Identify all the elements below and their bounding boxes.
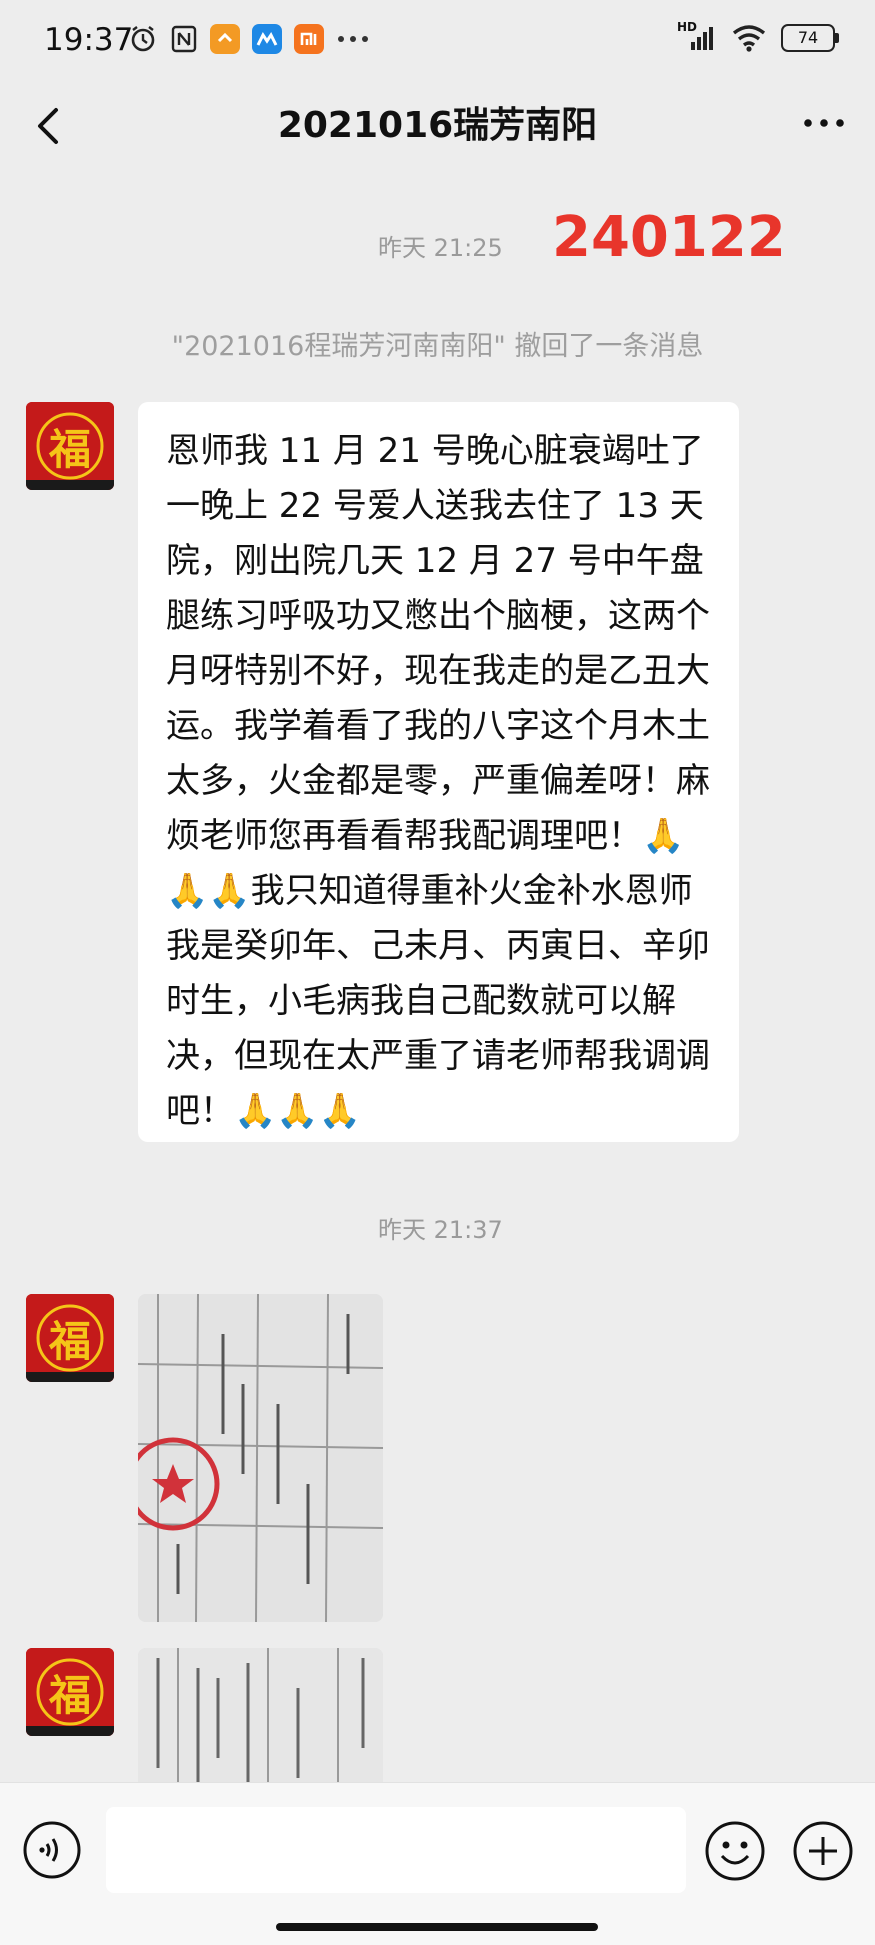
app-notification-icon (210, 24, 240, 54)
message-timestamp: 昨天 21:25 (378, 234, 503, 262)
handwritten-annotation: 240122 (552, 205, 786, 270)
home-indicator[interactable] (276, 1923, 598, 1931)
chat-header: 2021016瑞芳南阳 (0, 82, 875, 168)
wifi-icon (732, 25, 766, 52)
plus-icon[interactable] (792, 1820, 854, 1882)
message-timestamp: 昨天 21:37 (378, 1216, 503, 1244)
avatar-glyph: 福 (48, 1317, 91, 1366)
avatar[interactable]: 福 (26, 1294, 114, 1382)
message-input[interactable] (106, 1807, 686, 1893)
battery-indicator: 74 (781, 24, 839, 52)
alarm-icon (131, 26, 155, 52)
avatar-glyph: 福 (48, 425, 91, 474)
recall-notice: "2021016程瑞芳河南南阳" 撤回了一条消息 (171, 331, 704, 362)
input-bar (0, 1782, 875, 1945)
status-time: 19:37 (44, 22, 134, 58)
app-notification-icon (252, 24, 282, 54)
emoji-icon[interactable] (704, 1820, 766, 1882)
avatar[interactable]: 福 (26, 402, 114, 490)
avatar-glyph: 福 (48, 1671, 91, 1720)
mi-icon (294, 24, 324, 54)
status-right: HD 74 (677, 20, 839, 52)
message-bubble[interactable]: 恩师我 11 月 21 号晚心脏衰竭吐了一晚上 22 号爱人送我去住了 13 天… (138, 402, 739, 1142)
voice-icon[interactable] (22, 1820, 82, 1880)
status-bar: 19:37 HD 74 (0, 0, 875, 82)
nfc-icon (171, 25, 197, 53)
more-horizontal-icon[interactable] (799, 98, 849, 148)
status-left-icons (128, 24, 370, 54)
signal-icon: HD (677, 20, 717, 52)
avatar[interactable]: 福 (26, 1648, 114, 1736)
image-message[interactable] (138, 1294, 383, 1622)
more-dots-icon (338, 36, 368, 42)
chat-title: 2021016瑞芳南阳 (277, 105, 598, 146)
image-message[interactable] (138, 1648, 383, 1782)
